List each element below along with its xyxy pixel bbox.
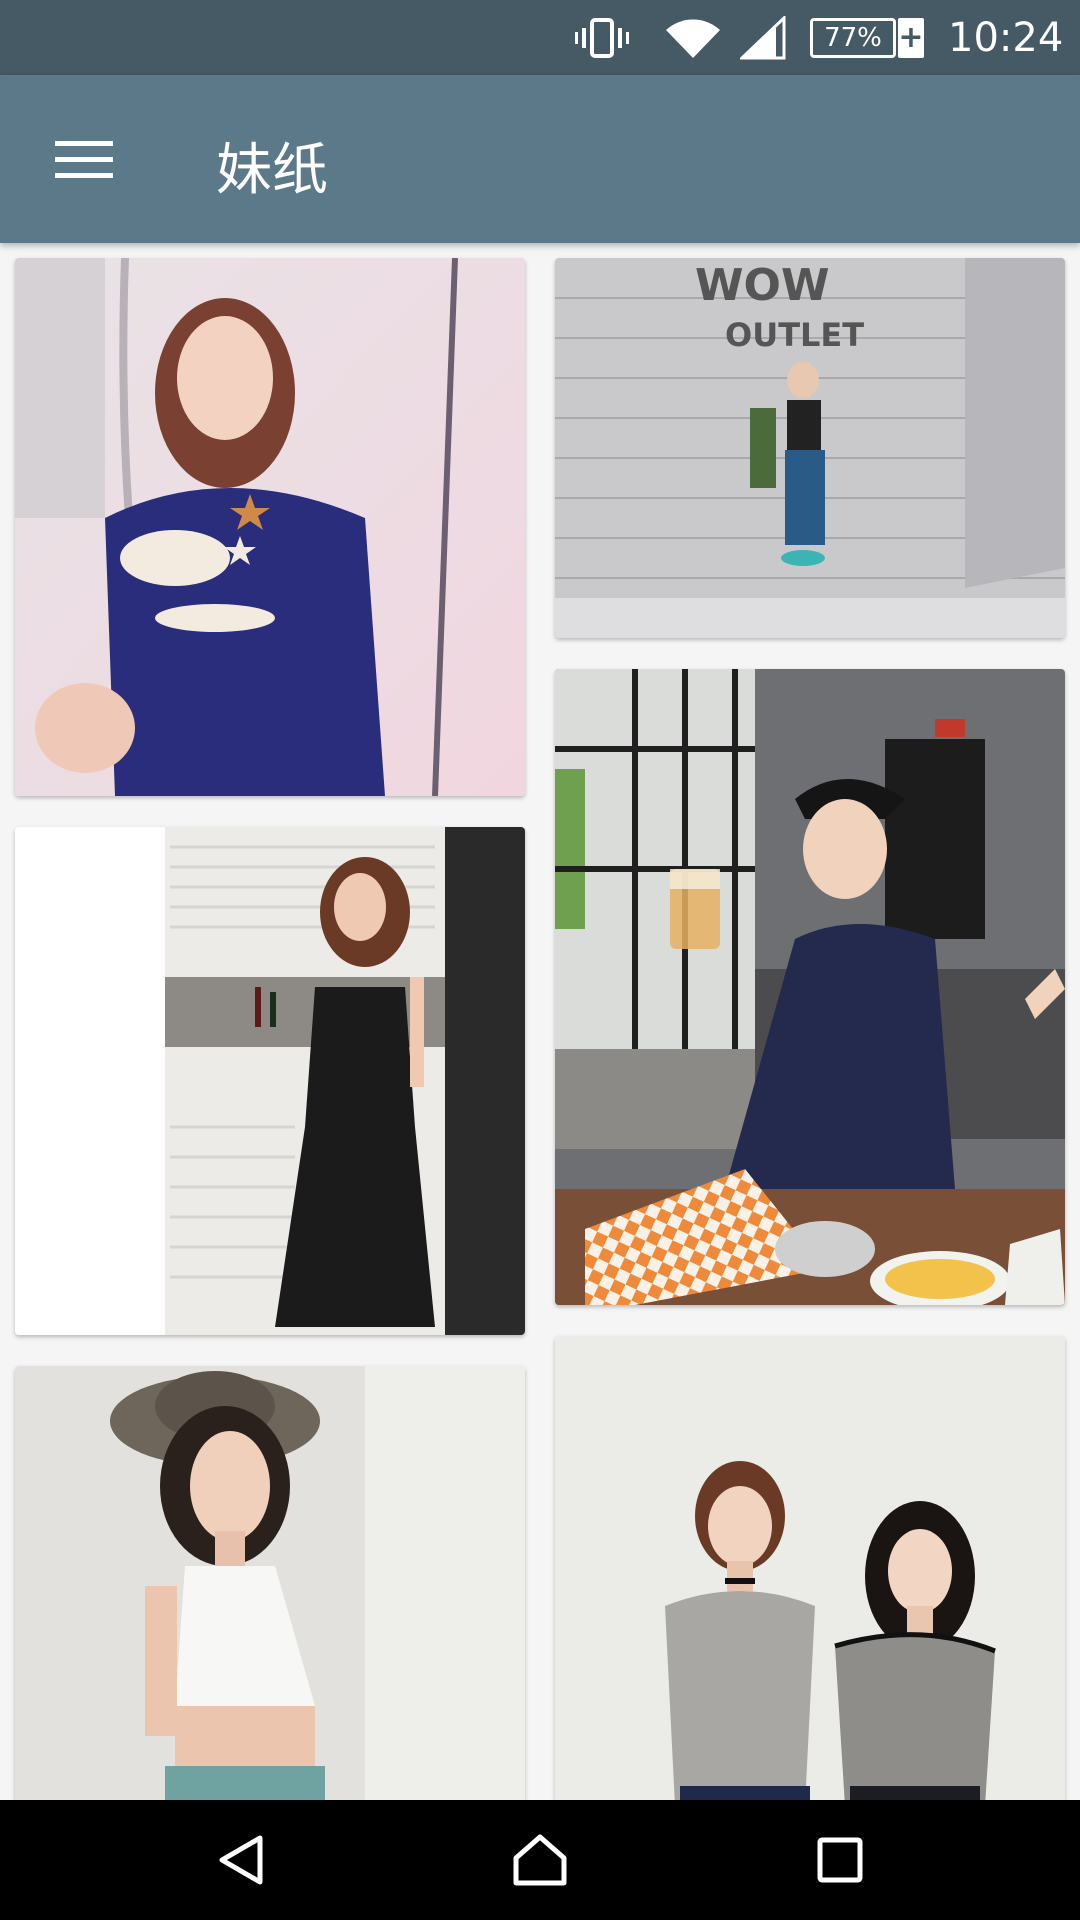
photo-image bbox=[15, 827, 525, 1335]
signal-icon bbox=[740, 0, 790, 75]
recents-icon[interactable] bbox=[760, 1800, 920, 1920]
status-time: 10:24 bbox=[948, 14, 1064, 61]
toolbar: 妹纸 bbox=[0, 75, 1080, 243]
battery-icon: 77% + bbox=[810, 0, 930, 75]
photo-card-5[interactable] bbox=[15, 1366, 525, 1800]
photo-card-2[interactable]: WOW OUTLET bbox=[555, 258, 1065, 638]
vibrate-icon bbox=[574, 0, 636, 75]
photo-card-4[interactable] bbox=[555, 669, 1065, 1305]
photo-card-3[interactable] bbox=[15, 827, 525, 1335]
charging-icon: + bbox=[898, 17, 924, 58]
back-icon[interactable] bbox=[160, 1800, 320, 1920]
photo-image bbox=[15, 258, 525, 796]
battery-percent: 77% bbox=[810, 17, 896, 58]
outlet-sign: OUTLET bbox=[725, 316, 864, 354]
photo-image bbox=[555, 1336, 1065, 1800]
photo-grid[interactable]: WOW OUTLET bbox=[0, 243, 1080, 1800]
page-title: 妹纸 bbox=[216, 138, 328, 203]
hamburger-menu-icon[interactable] bbox=[36, 115, 132, 205]
photo-image bbox=[15, 1366, 525, 1800]
photo-card-1[interactable] bbox=[15, 258, 525, 796]
home-icon[interactable] bbox=[460, 1800, 620, 1920]
status-bar: 77% + 10:24 bbox=[0, 0, 1080, 75]
navigation-bar bbox=[0, 1800, 1080, 1920]
svg-text:WOW: WOW bbox=[695, 260, 829, 311]
wifi-icon bbox=[664, 0, 726, 75]
photo-image: WOW OUTLET bbox=[555, 258, 1065, 638]
photo-card-6[interactable] bbox=[555, 1336, 1065, 1800]
photo-image bbox=[555, 669, 1065, 1305]
